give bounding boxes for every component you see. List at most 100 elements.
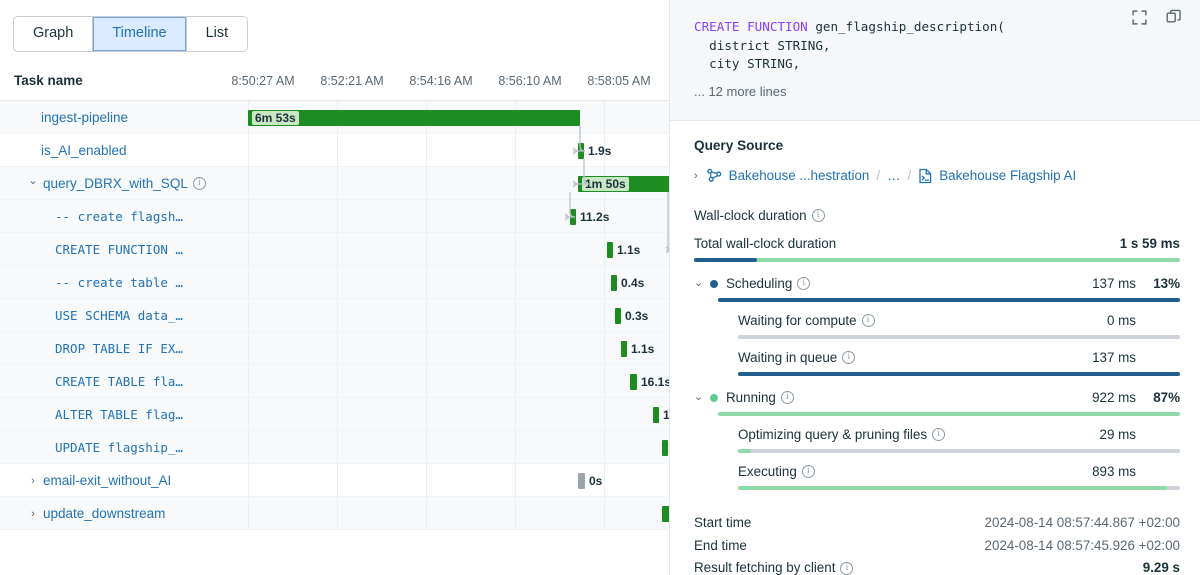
- table-row[interactable]: is_AI_enabled1.9s: [0, 134, 669, 167]
- duration-subitem-value: 893 ms: [1092, 462, 1136, 481]
- timeline-bar[interactable]: [578, 473, 585, 489]
- table-row[interactable]: -- create table …0.4s: [0, 266, 669, 299]
- task-name-cell: ›update_downstream: [26, 497, 165, 530]
- table-row[interactable]: UPDATE flagship_…7: [0, 431, 669, 464]
- task-name-cell: -- create flagsh…: [55, 200, 183, 233]
- duration-subitem-value: 137 ms: [1092, 348, 1136, 367]
- gridline-2: [426, 431, 427, 463]
- task-name-label[interactable]: query_DBRX_with_SQL: [43, 176, 188, 191]
- table-row[interactable]: CREATE FUNCTION …1.1s: [0, 233, 669, 266]
- chevron-down-icon[interactable]: ⌄: [694, 388, 710, 407]
- info-icon[interactable]: i: [781, 391, 794, 404]
- task-name-label[interactable]: DROP TABLE IF EX…: [55, 341, 183, 356]
- task-name-label[interactable]: email-exit_without_AI: [43, 473, 171, 488]
- timeline-bar[interactable]: [630, 374, 637, 390]
- task-name-label[interactable]: CREATE FUNCTION …: [55, 242, 183, 257]
- gridline-4: [604, 266, 605, 298]
- tab-timeline[interactable]: Timeline: [93, 17, 186, 51]
- timeline-bar[interactable]: [621, 341, 627, 357]
- code-line-1-rest: gen_flagship_description(: [808, 19, 1005, 34]
- breadcrumb-separator-1: /: [876, 168, 880, 183]
- task-name-label[interactable]: USE SCHEMA data_…: [55, 308, 183, 323]
- timeline-bar[interactable]: [662, 506, 670, 522]
- chevron-down-icon[interactable]: ⌄: [694, 274, 710, 293]
- timeline-bar-duration: 0.3s: [622, 309, 651, 323]
- task-name-label[interactable]: ALTER TABLE flag…: [55, 407, 183, 422]
- gridline-1: [337, 365, 338, 397]
- tab-graph[interactable]: Graph: [14, 17, 93, 51]
- duration-subitem: Executingi893 ms: [694, 462, 1180, 490]
- info-icon[interactable]: i: [812, 209, 825, 222]
- chevron-right-icon[interactable]: ›: [26, 508, 40, 520]
- start-time-label: Start time: [694, 512, 751, 535]
- info-icon[interactable]: i: [842, 351, 855, 364]
- gridline-3: [515, 365, 516, 397]
- query-code-block: CREATE FUNCTION gen_flagship_description…: [670, 0, 1200, 121]
- result-fetching-row: Result fetching by client i 9.29 s: [694, 557, 1180, 575]
- table-row[interactable]: DROP TABLE IF EX…1.1s: [0, 332, 669, 365]
- table-row[interactable]: ALTER TABLE flag…1.4: [0, 398, 669, 431]
- gridline-4: [604, 101, 605, 133]
- timeline-bar[interactable]: [615, 308, 621, 324]
- info-icon[interactable]: i: [193, 177, 206, 190]
- end-time-label: End time: [694, 535, 747, 558]
- expand-icon[interactable]: [1132, 10, 1147, 25]
- task-name-label[interactable]: -- create table …: [55, 275, 183, 290]
- gridline-0: [248, 134, 249, 166]
- query-source-breadcrumb: › Bakehouse ...hestration / … / Bakehous…: [694, 167, 1180, 184]
- table-row[interactable]: ⌄query_DBRX_with_SQLi1m 50s: [0, 167, 669, 200]
- table-row[interactable]: ›email-exit_without_AI0s: [0, 464, 669, 497]
- breadcrumb-item-1[interactable]: …: [887, 168, 900, 183]
- gridline-2: [426, 134, 427, 166]
- table-row[interactable]: ingest-pipeline6m 53s: [0, 101, 669, 134]
- breadcrumb-item-2[interactable]: Bakehouse Flagship AI: [939, 168, 1076, 183]
- copy-icon[interactable]: [1166, 9, 1182, 25]
- task-name-label[interactable]: is_AI_enabled: [41, 143, 127, 158]
- timeline-bar[interactable]: [570, 209, 576, 225]
- timeline-tick-2: 8:54:16 AM: [409, 74, 472, 88]
- task-name-cell: -- create table …: [55, 266, 183, 299]
- task-name-column-header: Task name: [14, 73, 83, 88]
- duration-subitem-label: Waiting for compute: [738, 311, 857, 330]
- info-icon[interactable]: i: [840, 562, 853, 575]
- table-row[interactable]: CREATE TABLE fla…16.1s: [0, 365, 669, 398]
- chevron-right-icon[interactable]: ›: [26, 475, 40, 487]
- task-name-label[interactable]: UPDATE flagship_…: [55, 440, 183, 455]
- more-lines-label[interactable]: ... 12 more lines: [694, 84, 1180, 99]
- info-icon[interactable]: i: [932, 428, 945, 441]
- gridline-4: [604, 398, 605, 430]
- timeline-bar[interactable]: [578, 143, 584, 159]
- total-wall-clock-metric: Total wall-clock duration 1 s 59 ms: [694, 234, 1180, 262]
- gridline-4: [604, 233, 605, 265]
- timeline-bar[interactable]: [607, 242, 613, 258]
- timeline-bar[interactable]: [611, 275, 617, 291]
- table-row[interactable]: USE SCHEMA data_… 0.3s: [0, 299, 669, 332]
- gridline-4: [604, 365, 605, 397]
- info-icon[interactable]: i: [802, 465, 815, 478]
- task-name-cell: DROP TABLE IF EX…: [55, 332, 183, 365]
- tab-list[interactable]: List: [187, 17, 248, 51]
- gridline-1: [337, 398, 338, 430]
- info-icon[interactable]: i: [797, 277, 810, 290]
- timeline-bar[interactable]: [653, 407, 659, 423]
- table-row[interactable]: -- create flagsh…11.2s: [0, 200, 669, 233]
- details-pane: CREATE FUNCTION gen_flagship_description…: [670, 0, 1200, 575]
- total-wall-clock-value: 1 s 59 ms: [1120, 234, 1180, 253]
- task-name-label[interactable]: update_downstream: [43, 506, 165, 521]
- table-row[interactable]: ›update_downstream: [0, 497, 669, 530]
- gridline-0: [248, 167, 249, 199]
- gridline-3: [515, 398, 516, 430]
- task-name-label[interactable]: -- create flagsh…: [55, 209, 183, 224]
- timeline-bar[interactable]: [662, 440, 668, 456]
- gridline-2: [426, 233, 427, 265]
- task-name-label[interactable]: ingest-pipeline: [41, 110, 128, 125]
- breadcrumb-item-0[interactable]: Bakehouse ...hestration: [729, 168, 870, 183]
- task-name-cell: USE SCHEMA data_…: [55, 299, 183, 332]
- chevron-down-icon[interactable]: ⌄: [26, 174, 40, 187]
- gridline-2: [426, 365, 427, 397]
- gridline-3: [515, 431, 516, 463]
- duration-subitem-row: Waiting for computei0 ms: [738, 311, 1180, 330]
- breadcrumb-expand-caret[interactable]: ›: [694, 170, 698, 182]
- info-icon[interactable]: i: [862, 314, 875, 327]
- task-name-label[interactable]: CREATE TABLE fla…: [55, 374, 183, 389]
